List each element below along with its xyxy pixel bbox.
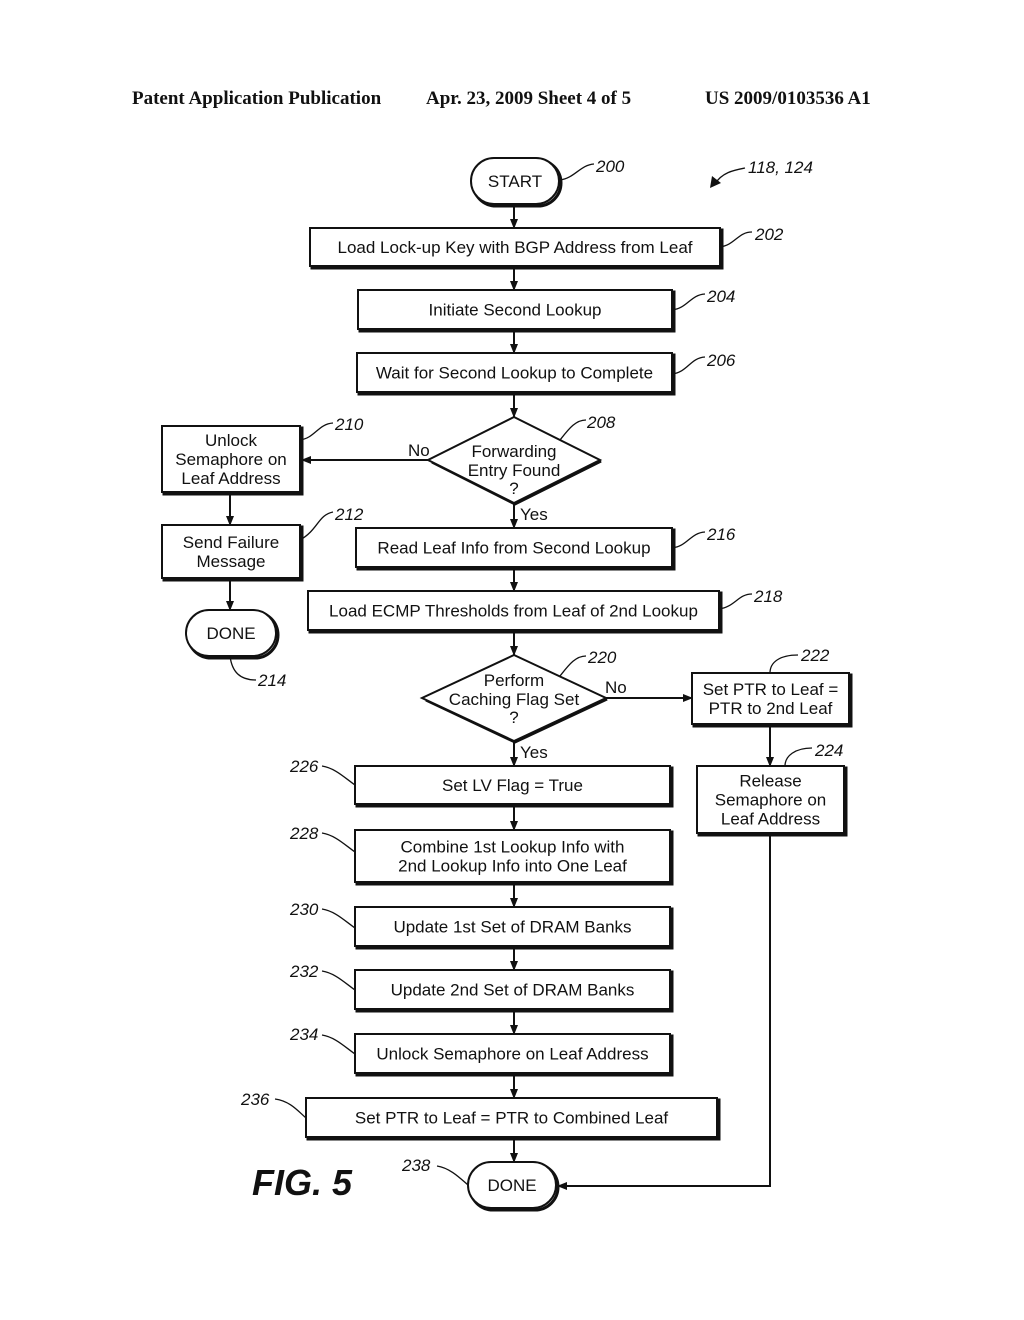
ref-number-226: 226	[289, 757, 319, 776]
ref-number-200: 200	[595, 157, 625, 176]
edge-label-220-no: No	[605, 678, 627, 697]
ref-leader-230	[321, 908, 356, 929]
ref-leader-206	[671, 356, 706, 375]
node-212: Send FailureMessage	[161, 524, 304, 582]
node-text: Semaphore on	[175, 450, 287, 469]
ref-number-220: 220	[587, 648, 617, 667]
node-text: Combine 1st Lookup Info with	[401, 838, 625, 857]
node-200: START	[470, 157, 563, 208]
ref-leader-228	[321, 832, 356, 853]
ref-leader-236	[274, 1098, 307, 1119]
node-text: Load ECMP Thresholds from Leaf of 2nd Lo…	[329, 602, 698, 621]
ref-number-216: 216	[706, 525, 736, 544]
ref-number-210: 210	[334, 415, 364, 434]
node-text: Message	[197, 552, 266, 571]
node-214: DONE	[185, 609, 280, 660]
ref-number-204: 204	[706, 287, 735, 306]
node-text: Perform	[484, 671, 544, 690]
ref-number-206: 206	[706, 351, 736, 370]
ref-number-208: 208	[586, 413, 616, 432]
ref-number-214: 214	[257, 671, 286, 690]
ref-number-236: 236	[240, 1090, 270, 1109]
ref-leader-222	[769, 654, 799, 674]
node-226: Set LV Flag = True	[354, 765, 674, 808]
figure-label: FIG. 5	[252, 1162, 353, 1203]
node-text: Update 2nd Set of DRAM Banks	[391, 981, 635, 1000]
ref-leader-214	[229, 655, 257, 681]
node-210: UnlockSemaphore onLeaf Address	[161, 425, 304, 496]
ref-number-228: 228	[289, 824, 319, 843]
node-216: Read Leaf Info from Second Lookup	[355, 527, 676, 571]
node-text: Set PTR to Leaf = PTR to Combined Leaf	[355, 1109, 669, 1128]
node-222: Set PTR to Leaf =PTR to 2nd Leaf	[691, 672, 853, 728]
ref-leader-224	[784, 747, 813, 767]
node-232: Update 2nd Set of DRAM Banks	[354, 969, 674, 1013]
node-text: ?	[509, 479, 518, 498]
node-text: Leaf Address	[721, 810, 820, 829]
node-text: START	[488, 172, 542, 191]
ref-number-232: 232	[289, 962, 319, 981]
node-text: Leaf Address	[181, 469, 280, 488]
ref-leader-234	[321, 1034, 356, 1055]
node-text: Set PTR to Leaf =	[703, 680, 839, 699]
node-text: Semaphore on	[715, 791, 827, 810]
node-text: Forwarding	[471, 442, 556, 461]
node-220: PerformCaching Flag Set?	[419, 653, 609, 744]
ref-leader-220	[559, 655, 587, 677]
node-text: Read Leaf Info from Second Lookup	[377, 539, 650, 558]
edge-label-220-yes: Yes	[520, 743, 548, 762]
flowchart: No Yes No Yes START Load Lock-up Key with…	[161, 157, 853, 1212]
node-text: Entry Found	[468, 461, 561, 480]
node-text: DONE	[206, 624, 255, 643]
node-text: Update 1st Set of DRAM Banks	[393, 918, 631, 937]
ref-number-234: 234	[289, 1025, 318, 1044]
ref-number-202: 202	[754, 225, 784, 244]
node-218: Load ECMP Thresholds from Leaf of 2nd Lo…	[307, 590, 723, 634]
edge-label-208-yes: Yes	[520, 505, 548, 524]
ref-leader-202	[719, 231, 753, 248]
node-224: ReleaseSemaphore onLeaf Address	[696, 765, 848, 837]
node-204: Initiate Second Lookup	[357, 289, 676, 333]
overall-ref-label: 118, 124	[748, 158, 813, 177]
node-text: ?	[509, 708, 518, 727]
node-text: Release	[739, 772, 801, 791]
ref-number-238: 238	[401, 1156, 431, 1175]
ref-leader-238	[436, 1165, 469, 1186]
node-236: Set PTR to Leaf = PTR to Combined Leaf	[305, 1097, 721, 1141]
ref-number-222: 222	[800, 646, 830, 665]
ref-leader-216	[671, 531, 706, 549]
node-238: DONE	[467, 1161, 560, 1212]
edge-label-208-no: No	[408, 441, 430, 460]
node-202: Load Lock-up Key with BGP Address from L…	[309, 227, 724, 270]
ref-leader-232	[321, 970, 356, 991]
ref-leader-212	[299, 511, 334, 541]
ref-leader-226	[321, 765, 356, 786]
node-228: Combine 1st Lookup Info with2nd Lookup I…	[354, 829, 674, 886]
node-text: 2nd Lookup Info into One Leaf	[398, 857, 627, 876]
ref-leader-218	[718, 593, 753, 610]
node-text: PTR to 2nd Leaf	[709, 699, 833, 718]
node-text: Load Lock-up Key with BGP Address from L…	[338, 238, 693, 257]
node-text: Set LV Flag = True	[442, 776, 583, 795]
node-208: ForwardingEntry Found?	[425, 415, 603, 506]
ref-number-212: 212	[334, 505, 364, 524]
node-text: DONE	[487, 1176, 536, 1195]
node-206: Wait for Second Lookup to Complete	[356, 352, 676, 396]
ref-number-218: 218	[753, 587, 783, 606]
node-234: Unlock Semaphore on Leaf Address	[354, 1033, 674, 1077]
node-text: Initiate Second Lookup	[429, 301, 602, 320]
node-text: Send Failure	[183, 533, 279, 552]
ref-number-224: 224	[814, 741, 843, 760]
ref-number-230: 230	[289, 900, 319, 919]
overall-ref-leader	[714, 167, 746, 185]
ref-leader-208	[559, 419, 587, 441]
node-text: Unlock	[205, 431, 257, 450]
ref-leader-200	[559, 163, 595, 181]
node-text: Wait for Second Lookup to Complete	[376, 364, 653, 383]
node-text: Caching Flag Set	[449, 690, 580, 709]
node-text: Unlock Semaphore on Leaf Address	[376, 1045, 648, 1064]
node-230: Update 1st Set of DRAM Banks	[354, 906, 674, 950]
ref-leader-204	[671, 293, 706, 311]
ref-leader-210	[299, 422, 334, 441]
